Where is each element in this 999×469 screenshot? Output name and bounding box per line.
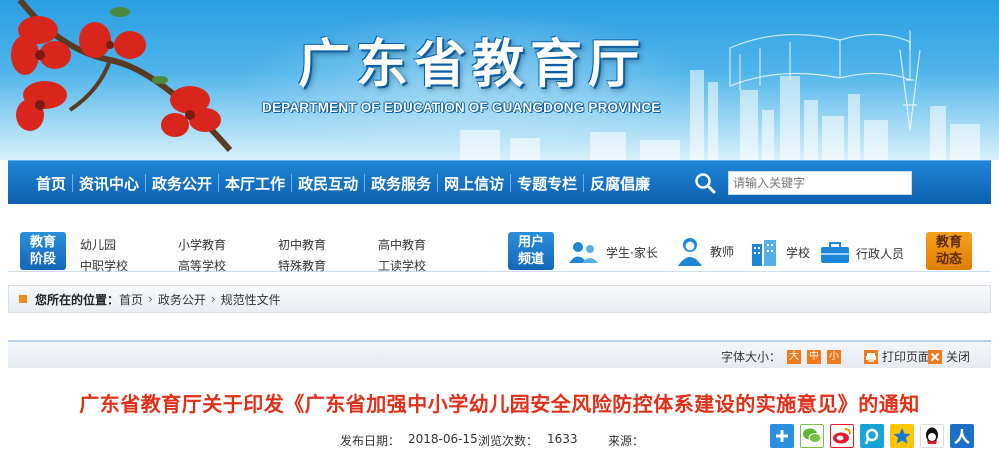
site-title: 广东省教育厅: [298, 35, 647, 95]
user-channel-admin[interactable]: 行政人员: [820, 242, 904, 264]
user-channel-label: 教师: [710, 244, 735, 259]
building-icon: [752, 240, 776, 266]
close-icon: [928, 349, 942, 364]
nav-divider: [510, 174, 512, 192]
stage-badge-line2: 阶段: [29, 252, 56, 267]
nav-item-petition[interactable]: 网上信访: [440, 173, 508, 194]
user-channel-label: 学生·家长: [606, 245, 658, 260]
stage-link-junior-high[interactable]: 初中教育: [278, 236, 326, 253]
nav-divider: [72, 174, 74, 192]
printer-icon: [864, 349, 878, 364]
user-badge-line2: 频道: [517, 252, 544, 267]
main-nav: 首页 资讯中心 政务公开 本厅工作 政民互动 政务服务 网上信访 专题专栏 反腐…: [8, 160, 991, 204]
nav-divider: [218, 174, 220, 192]
briefcase-icon: [821, 242, 849, 263]
nav-item-department-work[interactable]: 本厅工作: [221, 173, 289, 194]
breadcrumb-marker-icon: [19, 295, 27, 303]
search-input[interactable]: [728, 171, 912, 195]
font-size-label: 字体大小：: [721, 350, 782, 364]
stage-link-primary[interactable]: 小学教育: [178, 236, 226, 253]
nav-divider: [291, 174, 293, 192]
nav-item-public-affairs[interactable]: 政务公开: [148, 173, 216, 194]
user-channel-badge: 用户 频道: [508, 232, 554, 270]
search-icon[interactable]: [694, 172, 716, 194]
nav-divider: [583, 174, 585, 192]
font-size-medium-button[interactable]: 中: [807, 349, 822, 364]
stage-link-vocational[interactable]: 中职学校: [80, 257, 128, 274]
print-label: 打印页面: [882, 350, 931, 364]
weibo-icon[interactable]: [830, 424, 854, 448]
font-size-controls: 字体大小： 大 中 小: [721, 348, 847, 365]
qq-icon[interactable]: [920, 424, 944, 448]
nav-items: 首页 资讯中心 政务公开 本厅工作 政民互动 政务服务 网上信访 专题专栏 反腐…: [32, 161, 654, 205]
wechat-icon[interactable]: [800, 424, 824, 448]
breadcrumb-label: 您所在的位置：: [35, 292, 120, 307]
tencent-weibo-icon[interactable]: [860, 424, 884, 448]
breadcrumb-separator: ›: [210, 292, 216, 306]
stage-link-senior-high[interactable]: 高中教育: [378, 236, 426, 253]
close-label: 关闭: [946, 350, 971, 364]
user-channel-student-parent[interactable]: 学生·家长: [568, 240, 658, 264]
nav-divider: [437, 174, 439, 192]
font-size-large-button[interactable]: 大: [787, 349, 802, 364]
plus-icon[interactable]: [770, 424, 794, 448]
breadcrumb-separator: ›: [148, 292, 153, 306]
site-subtitle: DEPARTMENT OF EDUCATION OF GUANGDONG PRO…: [262, 100, 661, 115]
views-count: 1633: [547, 432, 578, 446]
news-badge-line1: 教育: [935, 235, 962, 250]
article-tools-bar: 字体大小： 大 中 小 打印页面 关闭: [8, 340, 991, 368]
stage-badge-line1: 教育: [29, 235, 56, 250]
user-channel-school[interactable]: 学校: [748, 238, 810, 266]
stage-link-higher-ed[interactable]: 高等学校: [178, 257, 226, 274]
source-label: 来源：: [608, 434, 645, 448]
nav-divider: [364, 174, 366, 192]
font-size-small-button[interactable]: 小: [827, 349, 842, 364]
breadcrumb-item-normative-docs[interactable]: 规范性文件: [221, 291, 281, 308]
user-badge-line1: 用户: [517, 235, 544, 250]
news-badge-line2: 动态: [935, 252, 962, 267]
publish-date-label: 发布日期：: [340, 434, 401, 448]
channel-bar: 教育 阶段 幼儿园 小学教育 初中教育 高中教育 中职学校 高等学校 特殊教育 …: [8, 204, 991, 274]
nav-item-services[interactable]: 政务服务: [367, 173, 435, 194]
breadcrumb: 您所在的位置： 首页 › 政务公开 › 规范性文件: [8, 285, 991, 313]
breadcrumb-item-public-affairs[interactable]: 政务公开: [158, 291, 206, 308]
user-channel-label: 行政人员: [856, 246, 905, 261]
breadcrumb-item-home[interactable]: 首页: [119, 291, 143, 308]
qzone-icon[interactable]: [890, 424, 914, 448]
user-channel-label: 学校: [786, 245, 811, 260]
views-label: 浏览次数：: [478, 434, 539, 448]
print-button[interactable]: 打印页面: [864, 348, 930, 365]
kapok-flower-graphic: [11, 0, 233, 152]
people-icon: [569, 242, 598, 263]
nav-item-topics[interactable]: 专题专栏: [513, 173, 581, 194]
nav-item-anti-corruption[interactable]: 反腐倡廉: [586, 173, 654, 194]
stage-link-special-ed[interactable]: 特殊教育: [278, 257, 326, 274]
stage-link-reform-school[interactable]: 工读学校: [378, 257, 426, 274]
article-title: 广东省教育厅关于印发《广东省加强中小学幼儿园安全风险防控体系建设的实施意见》的通…: [79, 392, 920, 416]
stage-badge: 教育 阶段: [20, 232, 66, 270]
renren-icon[interactable]: [950, 424, 974, 448]
site-banner: 广东省教育厅 DEPARTMENT OF EDUCATION OF GUANGD…: [0, 0, 999, 160]
stage-link-kindergarten[interactable]: 幼儿园: [80, 236, 116, 253]
user-channel-teacher[interactable]: 教师: [676, 236, 734, 266]
nav-divider: [145, 174, 147, 192]
close-button[interactable]: 关闭: [928, 348, 970, 365]
share-buttons: [770, 424, 974, 448]
news-badge[interactable]: 教育 动态: [926, 232, 972, 270]
nav-item-home[interactable]: 首页: [32, 173, 70, 194]
teacher-icon: [678, 238, 702, 266]
nav-item-interaction[interactable]: 政民互动: [294, 173, 362, 194]
nav-item-news[interactable]: 资讯中心: [75, 173, 143, 194]
publish-date: 2018-06-15: [408, 432, 478, 446]
